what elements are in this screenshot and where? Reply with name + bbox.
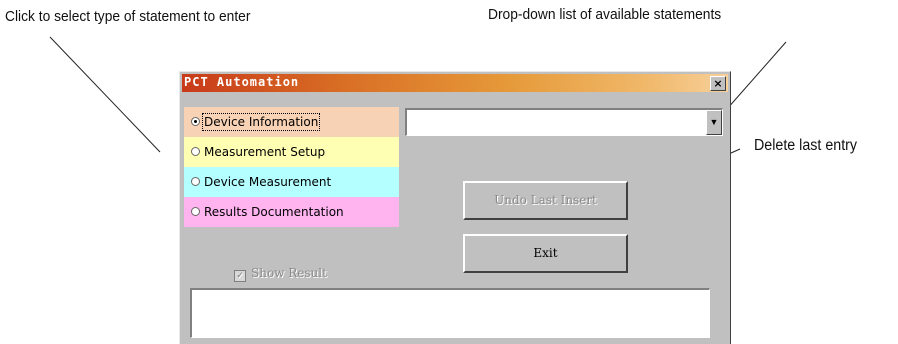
- show-results-checkbox[interactable]: ✓ Show Result: [234, 266, 327, 282]
- radio-label: Measurement Setup: [204, 145, 326, 159]
- undo-last-insert-button[interactable]: Undo Last Insert: [463, 181, 628, 220]
- close-icon: ×: [713, 77, 723, 90]
- title-bar: PCT Automation ×: [182, 74, 728, 92]
- dropdown-button[interactable]: ▼: [706, 110, 722, 135]
- radio-device-information[interactable]: Device Information: [184, 107, 399, 137]
- radio-dot-icon[interactable]: [191, 147, 200, 156]
- radio-label: Device Measurement: [204, 175, 332, 189]
- pct-automation-window: PCT Automation × Device Information Meas…: [179, 71, 731, 344]
- window-title: PCT Automation: [184, 75, 300, 89]
- exit-button[interactable]: Exit: [463, 234, 628, 273]
- radio-device-measurement[interactable]: Device Measurement: [184, 167, 399, 197]
- radio-results-documentation[interactable]: Results Documentation: [184, 197, 399, 227]
- radio-label: Device Information: [201, 113, 321, 131]
- radio-dot-icon[interactable]: [191, 207, 200, 216]
- results-text-field[interactable]: [190, 288, 710, 338]
- radio-dot-icon[interactable]: [191, 117, 200, 126]
- radio-measurement-setup[interactable]: Measurement Setup: [184, 137, 399, 167]
- radio-label: Results Documentation: [204, 205, 344, 219]
- chevron-down-icon: ▼: [709, 117, 719, 127]
- radio-dot-icon[interactable]: [191, 177, 200, 186]
- show-results-label: Show Result: [251, 266, 327, 280]
- callout-line-select-type: [49, 36, 161, 153]
- checkbox-check-icon: ✓: [234, 270, 246, 282]
- close-button[interactable]: ×: [710, 76, 726, 91]
- statement-dropdown[interactable]: ▼: [405, 108, 723, 136]
